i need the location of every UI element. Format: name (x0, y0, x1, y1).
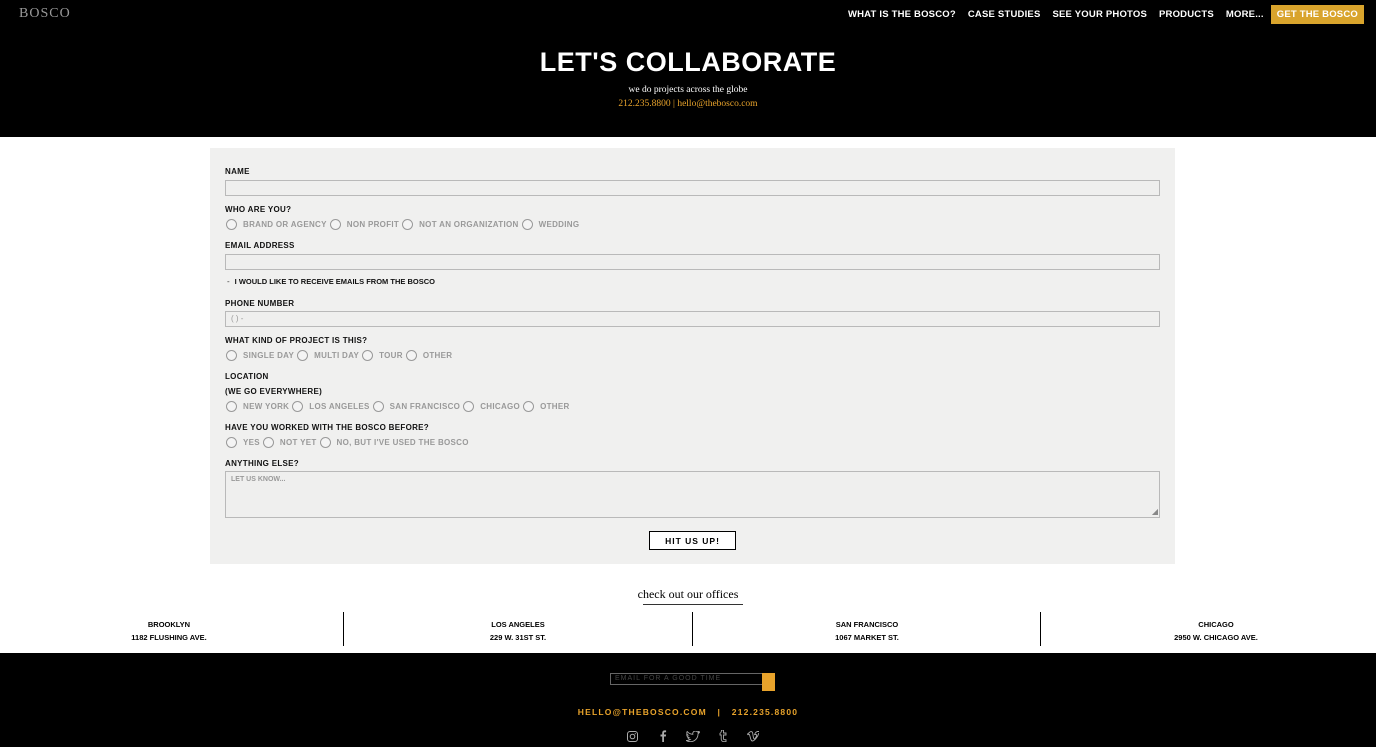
footer-contact[interactable]: HELLO@THEBOSCO.COM | 212.235.8800 (0, 707, 1376, 717)
project-radio-group: SINGLE DAY MULTI DAY TOUR OTHER (226, 350, 455, 361)
radio-button[interactable] (405, 350, 417, 361)
social-links (625, 729, 775, 743)
who-option[interactable]: WEDDING (521, 219, 580, 230)
project-option[interactable]: OTHER (405, 350, 453, 361)
who-option[interactable]: NON PROFIT (329, 219, 399, 230)
location-option[interactable]: SAN FRANCISCO (372, 401, 461, 412)
header: BOSCO WHAT IS THE BOSCO? CASE STUDIES SE… (0, 0, 1376, 137)
worked-option[interactable]: NOT YET (262, 437, 317, 448)
name-label: NAME (225, 167, 250, 176)
email-label: EMAIL ADDRESS (225, 241, 295, 250)
phone-label: PHONE NUMBER (225, 299, 295, 308)
radio-button[interactable] (297, 350, 309, 361)
nav-products[interactable]: PRODUCTS (1159, 9, 1214, 20)
office-divider (692, 612, 693, 646)
location-option[interactable]: CHICAGO (463, 401, 520, 412)
office-city: BROOKLYN (147, 620, 191, 629)
who-label: WHO ARE YOU? (225, 205, 292, 214)
worked-option[interactable]: NO, BUT I'VE USED THE BOSCO (319, 437, 469, 448)
worked-option[interactable]: YES (226, 437, 260, 448)
project-option[interactable]: TOUR (362, 350, 403, 361)
twitter-icon[interactable] (685, 729, 700, 743)
newsletter-placeholder: EMAIL FOR A GOOD TIME (615, 675, 722, 682)
location-option[interactable]: OTHER (523, 401, 570, 412)
instagram-icon[interactable] (625, 729, 640, 743)
phone-placeholder: ( ) - (231, 314, 244, 323)
project-option[interactable]: MULTI DAY (297, 350, 359, 361)
who-option[interactable]: BRAND OR AGENCY (226, 219, 327, 230)
header-contact[interactable]: 212.235.8800 | hello@thebosco.com (0, 99, 1376, 109)
email-input[interactable] (225, 254, 1160, 270)
facebook-icon[interactable] (655, 729, 670, 743)
newsletter-signup: EMAIL FOR A GOOD TIME (610, 673, 775, 691)
newsletter-label: I WOULD LIKE TO RECEIVE EMAILS FROM THE … (234, 277, 435, 286)
office-address: 1067 MARKET ST. (835, 633, 899, 642)
office-address: 2950 W. CHICAGO AVE. (1174, 633, 1258, 642)
radio-button[interactable] (329, 219, 341, 230)
office-city: SAN FRANCISCO (835, 620, 899, 629)
worked-label: HAVE YOU WORKED WITH THE BOSCO BEFORE? (225, 423, 429, 432)
main-nav: WHAT IS THE BOSCO? CASE STUDIES SEE YOUR… (836, 5, 1364, 24)
location-option[interactable]: LOS ANGELES (292, 401, 369, 412)
footer: EMAIL FOR A GOOD TIME HELLO@THEBOSCO.COM… (0, 653, 1376, 747)
office-city: LOS ANGELES (491, 620, 545, 629)
newsletter-email-input[interactable]: EMAIL FOR A GOOD TIME (610, 673, 763, 685)
get-the-bosco-button[interactable]: GET THE BOSCO (1270, 5, 1364, 24)
radio-button[interactable] (362, 350, 374, 361)
office-city: CHICAGO (1198, 620, 1234, 629)
office-chicago: CHICAGO 2950 W. CHICAGO AVE. (1116, 618, 1316, 644)
radio-button[interactable] (226, 437, 237, 448)
project-label: WHAT KIND OF PROJECT IS THIS? (225, 336, 368, 345)
project-option[interactable]: SINGLE DAY (226, 350, 294, 361)
nav-what-is-the-bosco[interactable]: WHAT IS THE BOSCO? (848, 9, 956, 20)
vimeo-icon[interactable] (745, 729, 760, 743)
location-label: LOCATION (225, 372, 269, 381)
office-los-angeles: LOS ANGELES 229 W. 31ST ST. (418, 618, 618, 644)
nav-case-studies[interactable]: CASE STUDIES (968, 9, 1041, 20)
name-input[interactable] (225, 180, 1160, 196)
radio-button[interactable] (521, 219, 533, 230)
phone-input[interactable]: ( ) - (225, 311, 1160, 327)
offices-title: check out our offices (637, 587, 739, 601)
checkbox[interactable]: - (227, 277, 230, 286)
radio-button[interactable] (372, 401, 384, 412)
office-divider (1040, 612, 1041, 646)
submit-button[interactable]: HIT US UP! (649, 531, 736, 550)
radio-button[interactable] (262, 437, 274, 448)
radio-button[interactable] (402, 219, 414, 230)
office-san-francisco: SAN FRANCISCO 1067 MARKET ST. (767, 618, 967, 644)
newsletter-submit-button[interactable] (762, 673, 775, 691)
message-textarea[interactable]: LET US KNOW... ◢ (225, 471, 1160, 518)
logo[interactable]: BOSCO (19, 6, 71, 22)
location-radio-group: NEW YORK LOS ANGELES SAN FRANCISCO CHICA… (226, 401, 573, 412)
location-sublabel: (WE GO EVERYWHERE) (225, 387, 323, 396)
newsletter-checkbox-row[interactable]: - I WOULD LIKE TO RECEIVE EMAILS FROM TH… (227, 277, 435, 286)
location-option[interactable]: NEW YORK (226, 401, 289, 412)
radio-button[interactable] (319, 437, 331, 448)
worked-radio-group: YES NOT YET NO, BUT I'VE USED THE BOSCO (226, 437, 472, 448)
tumblr-icon[interactable] (715, 729, 730, 743)
radio-button[interactable] (226, 401, 237, 412)
offices-title-underline (643, 604, 743, 605)
contact-form: NAME WHO ARE YOU? BRAND OR AGENCY NON PR… (210, 148, 1175, 564)
radio-button[interactable] (226, 219, 237, 230)
else-label: ANYTHING ELSE? (225, 459, 299, 468)
radio-button[interactable] (463, 401, 475, 412)
radio-button[interactable] (292, 401, 304, 412)
resize-handle-icon[interactable]: ◢ (1152, 508, 1158, 516)
radio-button[interactable] (523, 401, 535, 412)
office-address: 229 W. 31ST ST. (489, 633, 547, 642)
page-title: LET'S COLLABORATE (539, 47, 837, 77)
nav-more[interactable]: MORE... (1226, 9, 1264, 20)
who-radio-group: BRAND OR AGENCY NON PROFIT NOT AN ORGANI… (226, 219, 582, 230)
office-address: 1182 FLUSHING AVE. (131, 633, 207, 642)
nav-see-your-photos[interactable]: SEE YOUR PHOTOS (1052, 9, 1147, 20)
who-option[interactable]: NOT AN ORGANIZATION (402, 219, 518, 230)
office-divider (343, 612, 344, 646)
radio-button[interactable] (226, 350, 237, 361)
message-placeholder: LET US KNOW... (231, 476, 286, 483)
page-subtitle: we do projects across the globe (628, 85, 748, 95)
office-brooklyn: BROOKLYN 1182 FLUSHING AVE. (69, 618, 269, 644)
